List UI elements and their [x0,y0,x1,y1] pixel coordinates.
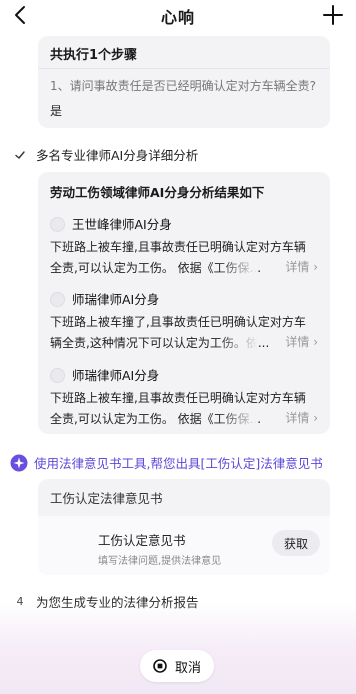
stop-icon [153,659,167,673]
avatar [50,292,65,307]
step-label: 使用法律意见书工具,帮您出具[工伤认定]法律意见书 [34,456,323,471]
avatar [50,368,65,383]
plus-icon[interactable] [322,4,344,26]
cancel-button[interactable]: 取消 [140,650,214,682]
lawyer-result-item[interactable]: 王世峰律师AI分身 下班路上被车撞,且事故责任已明确认定对方车辆 全责,可以认定… [48,214,320,282]
analysis-card-title: 劳动工伤领域律师AI分身分析结果如下 [50,185,265,200]
top-bar: 心响 [0,0,356,32]
lawyer-result-item[interactable]: 师瑞律师AI分身 下班路上被车撞,且事故责任已明确认定对方车辆 全责,可以认定为… [48,365,320,433]
legal-opinion-card: 工伤认定法律意见书 工伤认定意见书 填写法律问题,提供法律意见 获取 [38,479,330,575]
step-label: 多名专业律师AI分身详细分析 [36,148,199,163]
details-label: 详情 [285,335,310,349]
step-summary-card: 共执行1个步骤 1、请问事故责任是否已经明确认定对方车辆全责? 是 [38,36,330,128]
lawyer-result-text: 下班路上被车撞了,且事故责任已明确认定对方车 辆全责,这种情况下可以认定为工伤。… [50,312,318,354]
answer-text: 是 [50,104,63,118]
doc-subtitle: 填写法律问题,提供法律意见 [98,556,222,567]
step-legal-opinion-tool: 使用法律意见书工具,帮您出具[工伤认定]法律意见书 [10,453,323,472]
lawyer-name: 师瑞律师AI分身 [72,292,160,307]
text-fade [218,333,258,354]
result-line: 全责,可以认定为工伤。 依据《工伤保... [50,409,318,430]
text-fade [218,258,258,279]
chevron-right-icon: › [313,411,318,425]
get-button[interactable]: 获取 [272,530,320,556]
question-text: 1、请问事故责任是否已经明确认定对方车辆全责? [50,79,317,93]
opinion-card-title: 工伤认定法律意见书 [50,491,163,506]
step-summary-title: 共执行1个步骤 [50,48,138,63]
cancel-label: 取消 [174,659,201,675]
back-chevron-icon[interactable] [10,4,32,26]
result-line: 辆全责,这种情况下可以认定为工伤。依... [50,333,318,354]
details-label: 详情 [285,411,310,425]
result-line: 下班路上被车撞,且事故责任已明确认定对方车辆 [50,391,306,405]
lawyer-result-item[interactable]: 师瑞律师AI分身 下班路上被车撞了,且事故责任已明确认定对方车 辆全责,这种情况… [48,289,320,357]
avatar [50,217,65,232]
details-link[interactable]: 详情 › [279,258,318,275]
opinion-doc-row: 工伤认定意见书 填写法律问题,提供法律意见 获取 [38,516,330,575]
divider [38,68,330,69]
step-lawyer-analysis: 多名专业律师AI分身详细分析 [14,145,198,164]
text-fade [218,409,258,430]
details-link[interactable]: 详情 › [279,409,318,426]
details-link[interactable]: 详情 › [279,333,318,350]
result-line: 下班路上被车撞了,且事故责任已明确认定对方车 [50,315,306,329]
doc-title: 工伤认定意见书 [98,533,186,548]
result-line: 全责,可以认定为工伤。 依据《工伤保... [50,258,318,279]
details-label: 详情 [285,260,310,274]
result-line: 下班路上被车撞,且事故责任已明确认定对方车辆 [50,240,306,254]
lawyer-analysis-card: 劳动工伤领域律师AI分身分析结果如下 王世峰律师AI分身 下班路上被车撞,且事故… [38,172,330,434]
lawyer-result-text: 下班路上被车撞,且事故责任已明确认定对方车辆 全责,可以认定为工伤。 依据《工伤… [50,388,318,430]
lawyer-name: 王世峰律师AI分身 [72,217,172,232]
chevron-right-icon: › [313,260,318,274]
check-icon [15,150,25,159]
page-title: 心响 [160,8,195,27]
lawyer-name: 师瑞律师AI分身 [72,368,160,383]
chevron-right-icon: › [313,335,318,349]
sparkle-icon [10,454,28,471]
lawyer-result-text: 下班路上被车撞,且事故责任已明确认定对方车辆 全责,可以认定为工伤。 依据《工伤… [50,237,318,279]
